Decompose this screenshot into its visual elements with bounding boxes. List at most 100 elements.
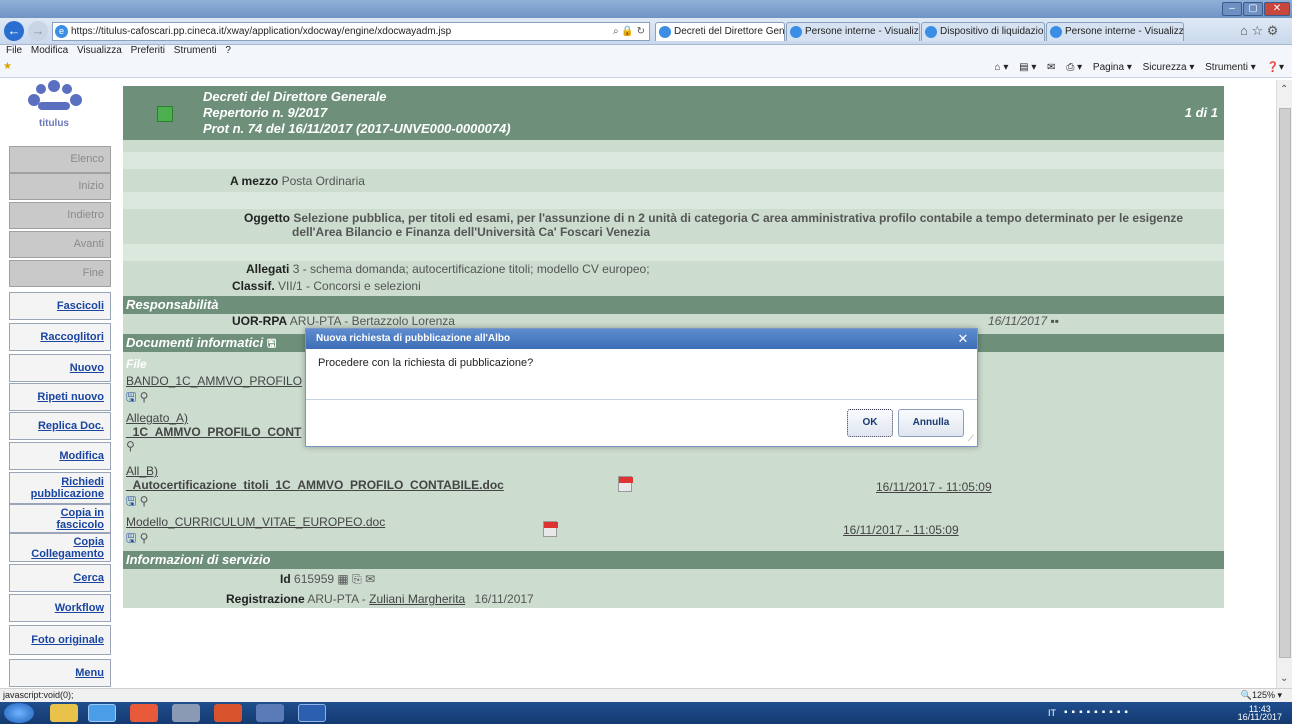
- home-icon[interactable]: ⌂ ▾: [995, 62, 1009, 73]
- scrollbar-thumb[interactable]: [1279, 108, 1291, 658]
- strumenti-menu[interactable]: Strumenti ▾: [1205, 62, 1256, 73]
- language-indicator[interactable]: IT: [1048, 708, 1056, 718]
- ripeti-nuovo-button[interactable]: Ripeti nuovo: [9, 383, 111, 411]
- signature-icon[interactable]: ⚲: [140, 531, 149, 545]
- allegati-row: Allegati 3 - schema domanda; autocertifi…: [246, 262, 946, 276]
- home-star-gear-icons[interactable]: ⌂ ☆ ⚙: [1240, 23, 1278, 39]
- annulla-button[interactable]: Annulla: [898, 409, 964, 437]
- scroll-down-icon[interactable]: ⌄: [1280, 673, 1288, 684]
- file-item: Modello_CURRICULUM_VITAE_EUROPEO.doc 🖫 ⚲: [126, 515, 526, 550]
- word-taskbar-icon[interactable]: [298, 704, 326, 722]
- maximize-button[interactable]: ▢: [1243, 2, 1263, 16]
- menu-visualizza[interactable]: Visualizza: [77, 45, 122, 56]
- ie-icon: [659, 26, 671, 38]
- users-taskbar-icon[interactable]: [172, 704, 200, 722]
- nav-fine[interactable]: Fine: [9, 260, 111, 287]
- signature-icon[interactable]: ⚲: [140, 494, 149, 508]
- zoom-level[interactable]: 🔍125% ▾: [1241, 689, 1282, 702]
- ie-taskbar-icon[interactable]: [88, 704, 116, 722]
- doc-pager: 1 di 1: [1184, 105, 1218, 120]
- back-button[interactable]: ←: [4, 21, 24, 41]
- tab-decreti[interactable]: Decreti del Direttore Genera...: [655, 22, 785, 41]
- vertical-scrollbar[interactable]: ⌃ ⌄: [1276, 80, 1292, 688]
- mail-icon[interactable]: ✉: [1047, 62, 1055, 73]
- richiedi-pubblicazione-button[interactable]: Richiedi pubblicazione: [9, 472, 111, 504]
- file-link-allegato-a-name[interactable]: _1C_AMMVO_PROFILO_CONT: [126, 425, 301, 439]
- tray-icons[interactable]: ▪▪▪▪▪▪▪▪▪: [1064, 707, 1132, 718]
- menu-file[interactable]: File: [6, 45, 22, 56]
- resize-grip-icon[interactable]: ⟋: [968, 433, 974, 444]
- scroll-up-icon[interactable]: ⌃: [1280, 84, 1288, 95]
- uor-value[interactable]: ARU-PTA - Bertazzolo Lorenza: [290, 314, 455, 328]
- signature-icon[interactable]: ⚲: [126, 439, 135, 453]
- nuovo-button[interactable]: Nuovo: [9, 354, 111, 382]
- minimize-button[interactable]: –: [1222, 2, 1242, 16]
- app-taskbar-icon[interactable]: [214, 704, 242, 722]
- nav-avanti[interactable]: Avanti: [9, 231, 111, 258]
- taskbar-clock[interactable]: 11:43 16/11/2017: [1238, 705, 1282, 722]
- replica-doc-button[interactable]: Replica Doc.: [9, 412, 111, 440]
- workflow-button[interactable]: Workflow: [9, 594, 111, 622]
- menu-preferiti[interactable]: Preferiti: [131, 45, 165, 56]
- pdf-icon[interactable]: [543, 521, 558, 537]
- reg-user-link[interactable]: Zuliani Margherita: [369, 592, 465, 606]
- reg-label: Registrazione: [226, 592, 305, 606]
- nav-inizio[interactable]: Inizio: [9, 173, 111, 200]
- fascicoli-button[interactable]: Fascicoli: [9, 292, 111, 320]
- address-url: https://titulus-cafoscari.pp.cineca.it/x…: [71, 26, 452, 37]
- menu-help[interactable]: ?: [225, 45, 231, 56]
- explorer-taskbar-icon[interactable]: [50, 704, 78, 722]
- start-button[interactable]: [4, 703, 34, 723]
- foto-originale-button[interactable]: Foto originale: [9, 625, 111, 655]
- menu-modifica[interactable]: Modifica: [31, 45, 68, 56]
- ie-icon: [925, 26, 937, 38]
- pagina-menu[interactable]: Pagina ▾: [1093, 62, 1132, 73]
- cerca-button[interactable]: Cerca: [9, 564, 111, 592]
- search-refresh-icon[interactable]: ⌕ 🔒 ↻: [613, 23, 645, 40]
- file-link-allegato-a[interactable]: Allegato_A): [126, 411, 188, 425]
- feeds-icon[interactable]: ▤ ▾: [1019, 62, 1036, 73]
- status-text: javascript:void(0);: [3, 690, 74, 700]
- modifica-button[interactable]: Modifica: [9, 442, 111, 470]
- pdf-icon[interactable]: [618, 476, 633, 492]
- favorites-star-icon[interactable]: ★: [3, 61, 12, 72]
- chrome-taskbar-icon[interactable]: [130, 704, 158, 722]
- address-bar[interactable]: e https://titulus-cafoscari.pp.cineca.it…: [52, 22, 650, 41]
- file-link-autocertificazione[interactable]: _Autocertificazione_titoli_1C_AMMVO_PROF…: [126, 478, 504, 492]
- stamp-icon[interactable]: ⎘: [352, 572, 362, 586]
- nav-indietro[interactable]: Indietro: [9, 202, 111, 229]
- file-link-all-b[interactable]: All_B): [126, 464, 158, 478]
- dialog-close-icon[interactable]: ✕: [955, 331, 971, 347]
- menu-strumenti[interactable]: Strumenti: [174, 45, 217, 56]
- id-label: Id: [280, 572, 291, 586]
- copia-collegamento-button[interactable]: Copia Collegamento: [9, 533, 111, 562]
- menu-button[interactable]: Menu: [9, 659, 111, 687]
- close-window-button[interactable]: ✕: [1264, 2, 1290, 16]
- print-icon[interactable]: ⎙ ▾: [1066, 62, 1082, 73]
- sicurezza-menu[interactable]: Sicurezza ▾: [1143, 62, 1195, 73]
- raccoglitori-button[interactable]: Raccoglitori: [9, 323, 111, 351]
- nav-elenco[interactable]: Elenco: [9, 146, 111, 173]
- save-icon[interactable]: 🖫: [126, 494, 136, 508]
- file-link-curriculum[interactable]: Modello_CURRICULUM_VITAE_EUROPEO.doc: [126, 515, 385, 529]
- ok-button[interactable]: OK: [847, 409, 893, 437]
- tab-persone-interne-2[interactable]: Persone interne - Visualizzazio...: [1046, 22, 1184, 41]
- tab-dispositivo[interactable]: Dispositivo di liquidazione: Tra...: [921, 22, 1045, 41]
- tab-persone-interne-1[interactable]: Persone interne - Visualizzazio...: [786, 22, 920, 41]
- barcode-icon[interactable]: ▦: [337, 572, 348, 586]
- camera-taskbar-icon[interactable]: [256, 704, 284, 722]
- mail-icon[interactable]: ✉: [365, 572, 375, 586]
- window-titlebar: – ▢ ✕: [0, 0, 1292, 18]
- id-row: Id 615959 ▦ ⎘ ✉: [280, 572, 680, 587]
- separator-band: [123, 192, 1224, 209]
- uor-detail-icon[interactable]: ▪▪: [1051, 314, 1060, 328]
- document-icon[interactable]: [157, 106, 173, 122]
- save-icon[interactable]: 🖫: [126, 531, 136, 545]
- file-link-bando[interactable]: BANDO_1C_AMMVO_PROFILO: [126, 374, 302, 388]
- signature-icon[interactable]: ⚲: [140, 390, 149, 404]
- help-icon[interactable]: ❓▾: [1267, 62, 1284, 73]
- save-icon[interactable]: 🖫: [267, 338, 276, 350]
- save-icon[interactable]: 🖫: [126, 390, 136, 404]
- copia-in-fascicolo-button[interactable]: Copia in fascicolo: [9, 504, 111, 533]
- forward-button[interactable]: →: [28, 21, 48, 41]
